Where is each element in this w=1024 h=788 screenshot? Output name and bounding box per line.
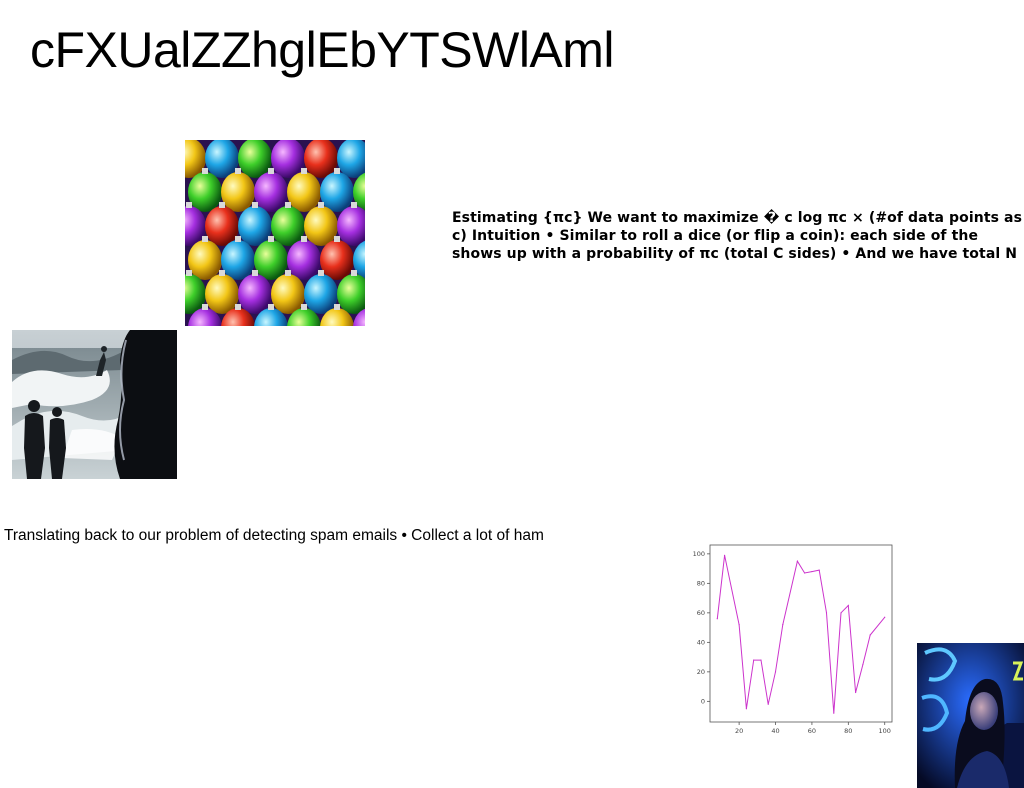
data-point	[869, 634, 871, 636]
ornament-cap	[202, 236, 208, 242]
ornament-cap	[252, 270, 258, 276]
x-tick-label: 80	[844, 727, 852, 735]
ornament-cap	[202, 304, 208, 310]
y-tick-label: 0	[701, 698, 705, 706]
ornament-ball	[304, 274, 338, 314]
ornament-ball	[238, 206, 272, 246]
ornament-cap	[334, 304, 340, 310]
x-tick-label: 20	[735, 727, 743, 735]
data-point	[796, 560, 798, 562]
page-title: cFXUalZZhglEbYTSWlAml	[30, 22, 615, 78]
data-point	[782, 624, 784, 626]
bold-paragraph: Estimating {πc} We want to maximize � c …	[452, 210, 1023, 262]
ornament-ball	[320, 172, 354, 212]
data-point	[862, 663, 864, 666]
data-point	[767, 703, 769, 705]
ornament-cap	[334, 168, 340, 174]
neon-portrait-illustration	[917, 643, 1024, 788]
ornament-cap	[318, 202, 324, 208]
plot-frame	[709, 544, 893, 723]
ornament-cap	[268, 236, 274, 242]
y-tick-label: 40	[697, 639, 705, 647]
surfers-illustration	[12, 330, 177, 479]
data-point	[804, 572, 806, 574]
x-tick-label: 40	[771, 727, 779, 735]
data-point	[716, 618, 718, 620]
y-tick-label: 20	[697, 668, 705, 676]
data-point	[833, 712, 835, 714]
ornament-cap	[334, 236, 340, 242]
ornament-ball	[221, 172, 255, 212]
ornament-ball	[238, 274, 272, 314]
ornament-cap	[219, 270, 225, 276]
ornament-cap	[202, 168, 208, 174]
ornament-cap	[285, 270, 291, 276]
ornament-cap	[235, 168, 241, 174]
ornament-cap	[285, 202, 291, 208]
ornament-cap	[252, 202, 258, 208]
y-tick-label: 100	[693, 550, 705, 558]
ornament-cap	[351, 202, 357, 208]
ornament-ball	[287, 240, 321, 280]
data-point	[760, 659, 762, 661]
ornament-ball	[254, 240, 288, 280]
ornament-cap	[235, 236, 241, 242]
y-tick-label: 80	[697, 580, 705, 588]
ornament-cap	[301, 168, 307, 174]
data-point	[884, 616, 886, 618]
ornament-cap	[351, 270, 357, 276]
data-point	[745, 708, 747, 710]
data-point	[811, 570, 813, 573]
ornament-cap	[186, 270, 192, 276]
plain-paragraph: Translating back to our problem of detec…	[4, 527, 544, 544]
ornament-ball	[205, 206, 239, 246]
ornament-cap	[268, 168, 274, 174]
data-point	[738, 624, 740, 626]
ornament-ball	[287, 172, 321, 212]
ornament-ball	[205, 274, 239, 314]
data-point	[753, 659, 755, 661]
data-point	[840, 612, 842, 614]
line-chart-svg: 20 40 60 80 100 0 20 40 60 80 100	[693, 544, 893, 735]
ornament-ball	[271, 206, 305, 246]
ornament-cap	[318, 270, 324, 276]
ornament-cap	[219, 202, 225, 208]
ornament-cap	[268, 304, 274, 310]
line-chart: 20 40 60 80 100 0 20 40 60 80 100	[690, 540, 896, 736]
ornament-cap	[301, 236, 307, 242]
y-tick-label: 60	[697, 609, 705, 617]
data-point	[825, 612, 828, 614]
neon-portrait-image	[917, 643, 1024, 788]
surfers-image	[12, 330, 177, 479]
ornament-ball	[304, 206, 338, 246]
x-tick-label: 100	[879, 727, 891, 735]
ornament-cap	[301, 304, 307, 310]
ornament-cap	[235, 304, 241, 310]
ornament-cap	[186, 202, 192, 208]
x-tick-label: 60	[808, 727, 816, 735]
data-point	[818, 569, 820, 571]
data-point	[723, 554, 726, 556]
ornament-ball	[271, 274, 305, 314]
series-line	[716, 555, 886, 714]
data-point	[855, 691, 857, 694]
data-point	[774, 671, 777, 673]
ornaments-image	[185, 140, 365, 326]
data-point	[847, 604, 849, 607]
ornament-ball	[188, 172, 222, 212]
ornament-ball	[221, 240, 255, 280]
ornament-ball	[320, 240, 354, 280]
ornament-ball	[254, 172, 288, 212]
ornaments-illustration	[185, 140, 365, 326]
ornament-ball	[188, 240, 222, 280]
